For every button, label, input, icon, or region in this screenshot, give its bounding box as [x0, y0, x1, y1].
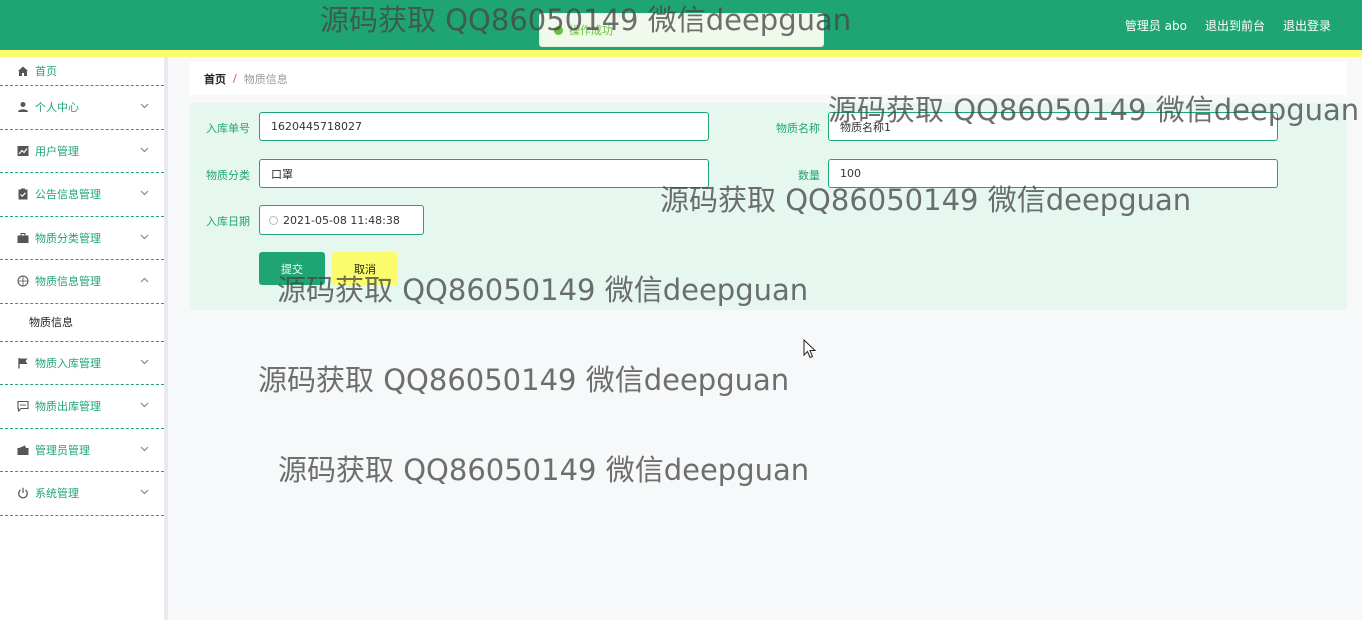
- sidebar: 首页 个人中心 用户管理 公告信息管理 物质分类管理 物质信息管理 物质信息 物…: [0, 57, 168, 620]
- sidebar-item-outbound-management[interactable]: 物质出库管理: [0, 385, 164, 429]
- date-label: 入库日期: [206, 215, 250, 228]
- toast-message: 操作成功: [569, 24, 613, 37]
- order-no-field[interactable]: [259, 112, 709, 141]
- power-icon: [17, 487, 29, 499]
- category-field[interactable]: [259, 159, 709, 188]
- chevron-down-icon: [140, 145, 149, 157]
- user-icon: [17, 101, 29, 113]
- flag-icon: [17, 357, 29, 369]
- sidebar-item-user-management[interactable]: 用户管理: [0, 130, 164, 173]
- sidebar-item-label: 用户管理: [35, 144, 79, 158]
- category-label: 物质分类: [206, 169, 250, 182]
- chevron-down-icon: [140, 188, 149, 200]
- breadcrumb: 首页 / 物质信息: [190, 62, 1347, 95]
- chevron-down-icon: [140, 400, 149, 412]
- sidebar-item-label: 系统管理: [35, 487, 79, 501]
- material-name-field[interactable]: [828, 112, 1278, 141]
- watermark-text: 源码获取 QQ86050149 微信deepguan: [258, 363, 790, 397]
- sidebar-item-personal-center[interactable]: 个人中心: [0, 86, 164, 130]
- compass-icon: [17, 275, 29, 287]
- sidebar-item-label: 物质信息管理: [35, 275, 101, 289]
- wallet-icon: [17, 444, 29, 456]
- quantity-field[interactable]: [828, 159, 1278, 188]
- sidebar-item-material-info-management[interactable]: 物质信息管理: [0, 260, 164, 304]
- logout-link[interactable]: 退出登录: [1283, 17, 1331, 34]
- mouse-cursor-icon: [803, 338, 817, 359]
- sidebar-item-label: 物质出库管理: [35, 400, 101, 414]
- exit-to-frontend-link[interactable]: 退出到前台: [1205, 17, 1265, 34]
- sidebar-item-admin-management[interactable]: 管理员管理: [0, 429, 164, 472]
- sidebar-item-category-management[interactable]: 物质分类管理: [0, 217, 164, 260]
- watermark-text: 源码获取 QQ86050149 微信deepguan: [278, 453, 810, 487]
- home-icon: [17, 65, 29, 77]
- success-toast: 操作成功: [539, 13, 824, 47]
- sidebar-item-system-management[interactable]: 系统管理: [0, 472, 164, 516]
- breadcrumb-current: 物质信息: [243, 72, 288, 86]
- cancel-button[interactable]: 取消: [332, 252, 398, 285]
- sidebar-item-announcement-management[interactable]: 公告信息管理: [0, 173, 164, 217]
- sidebar-subitem-label: 物质信息: [29, 316, 73, 329]
- sidebar-item-label: 管理员管理: [35, 443, 90, 457]
- chart-icon: [17, 145, 29, 157]
- date-picker[interactable]: 2021-05-08 11:48:38: [259, 205, 424, 235]
- date-value: 2021-05-08 11:48:38: [283, 213, 400, 227]
- clock-icon: [269, 215, 278, 225]
- sidebar-item-home[interactable]: 首页: [0, 57, 164, 86]
- breadcrumb-separator: /: [233, 72, 237, 85]
- sidebar-item-label: 公告信息管理: [35, 188, 101, 202]
- sidebar-item-label: 物质入库管理: [35, 356, 101, 370]
- check-circle-icon: [554, 25, 563, 35]
- chevron-down-icon: [140, 487, 149, 499]
- chevron-down-icon: [140, 232, 149, 244]
- briefcase-icon: [17, 232, 29, 244]
- sidebar-item-label: 个人中心: [35, 101, 79, 115]
- breadcrumb-home[interactable]: 首页: [204, 71, 226, 87]
- chevron-down-icon: [140, 357, 149, 369]
- chat-icon: [17, 400, 29, 413]
- sidebar-item-label: 物质分类管理: [35, 231, 101, 245]
- material-form-panel: 入库单号 物质名称 物质分类 数量 入库日期 2021-05-08 11:48:…: [190, 103, 1347, 310]
- quantity-label: 数量: [798, 169, 820, 182]
- sidebar-subitem-material-info[interactable]: 物质信息: [0, 304, 164, 342]
- sidebar-item-label: 首页: [35, 65, 57, 78]
- admin-user-link[interactable]: 管理员 abo: [1125, 17, 1187, 34]
- chevron-up-icon: [140, 275, 149, 287]
- chevron-down-icon: [140, 101, 149, 113]
- chevron-down-icon: [140, 444, 149, 456]
- header-links: 管理员 abo 退出到前台 退出登录: [1125, 0, 1331, 50]
- sidebar-item-inbound-management[interactable]: 物质入库管理: [0, 342, 164, 385]
- order-no-label: 入库单号: [206, 122, 250, 135]
- material-name-label: 物质名称: [776, 122, 820, 135]
- submit-button[interactable]: 提交: [259, 252, 325, 285]
- clipboard-icon: [17, 188, 29, 200]
- header-accent-stripe: [0, 50, 1362, 57]
